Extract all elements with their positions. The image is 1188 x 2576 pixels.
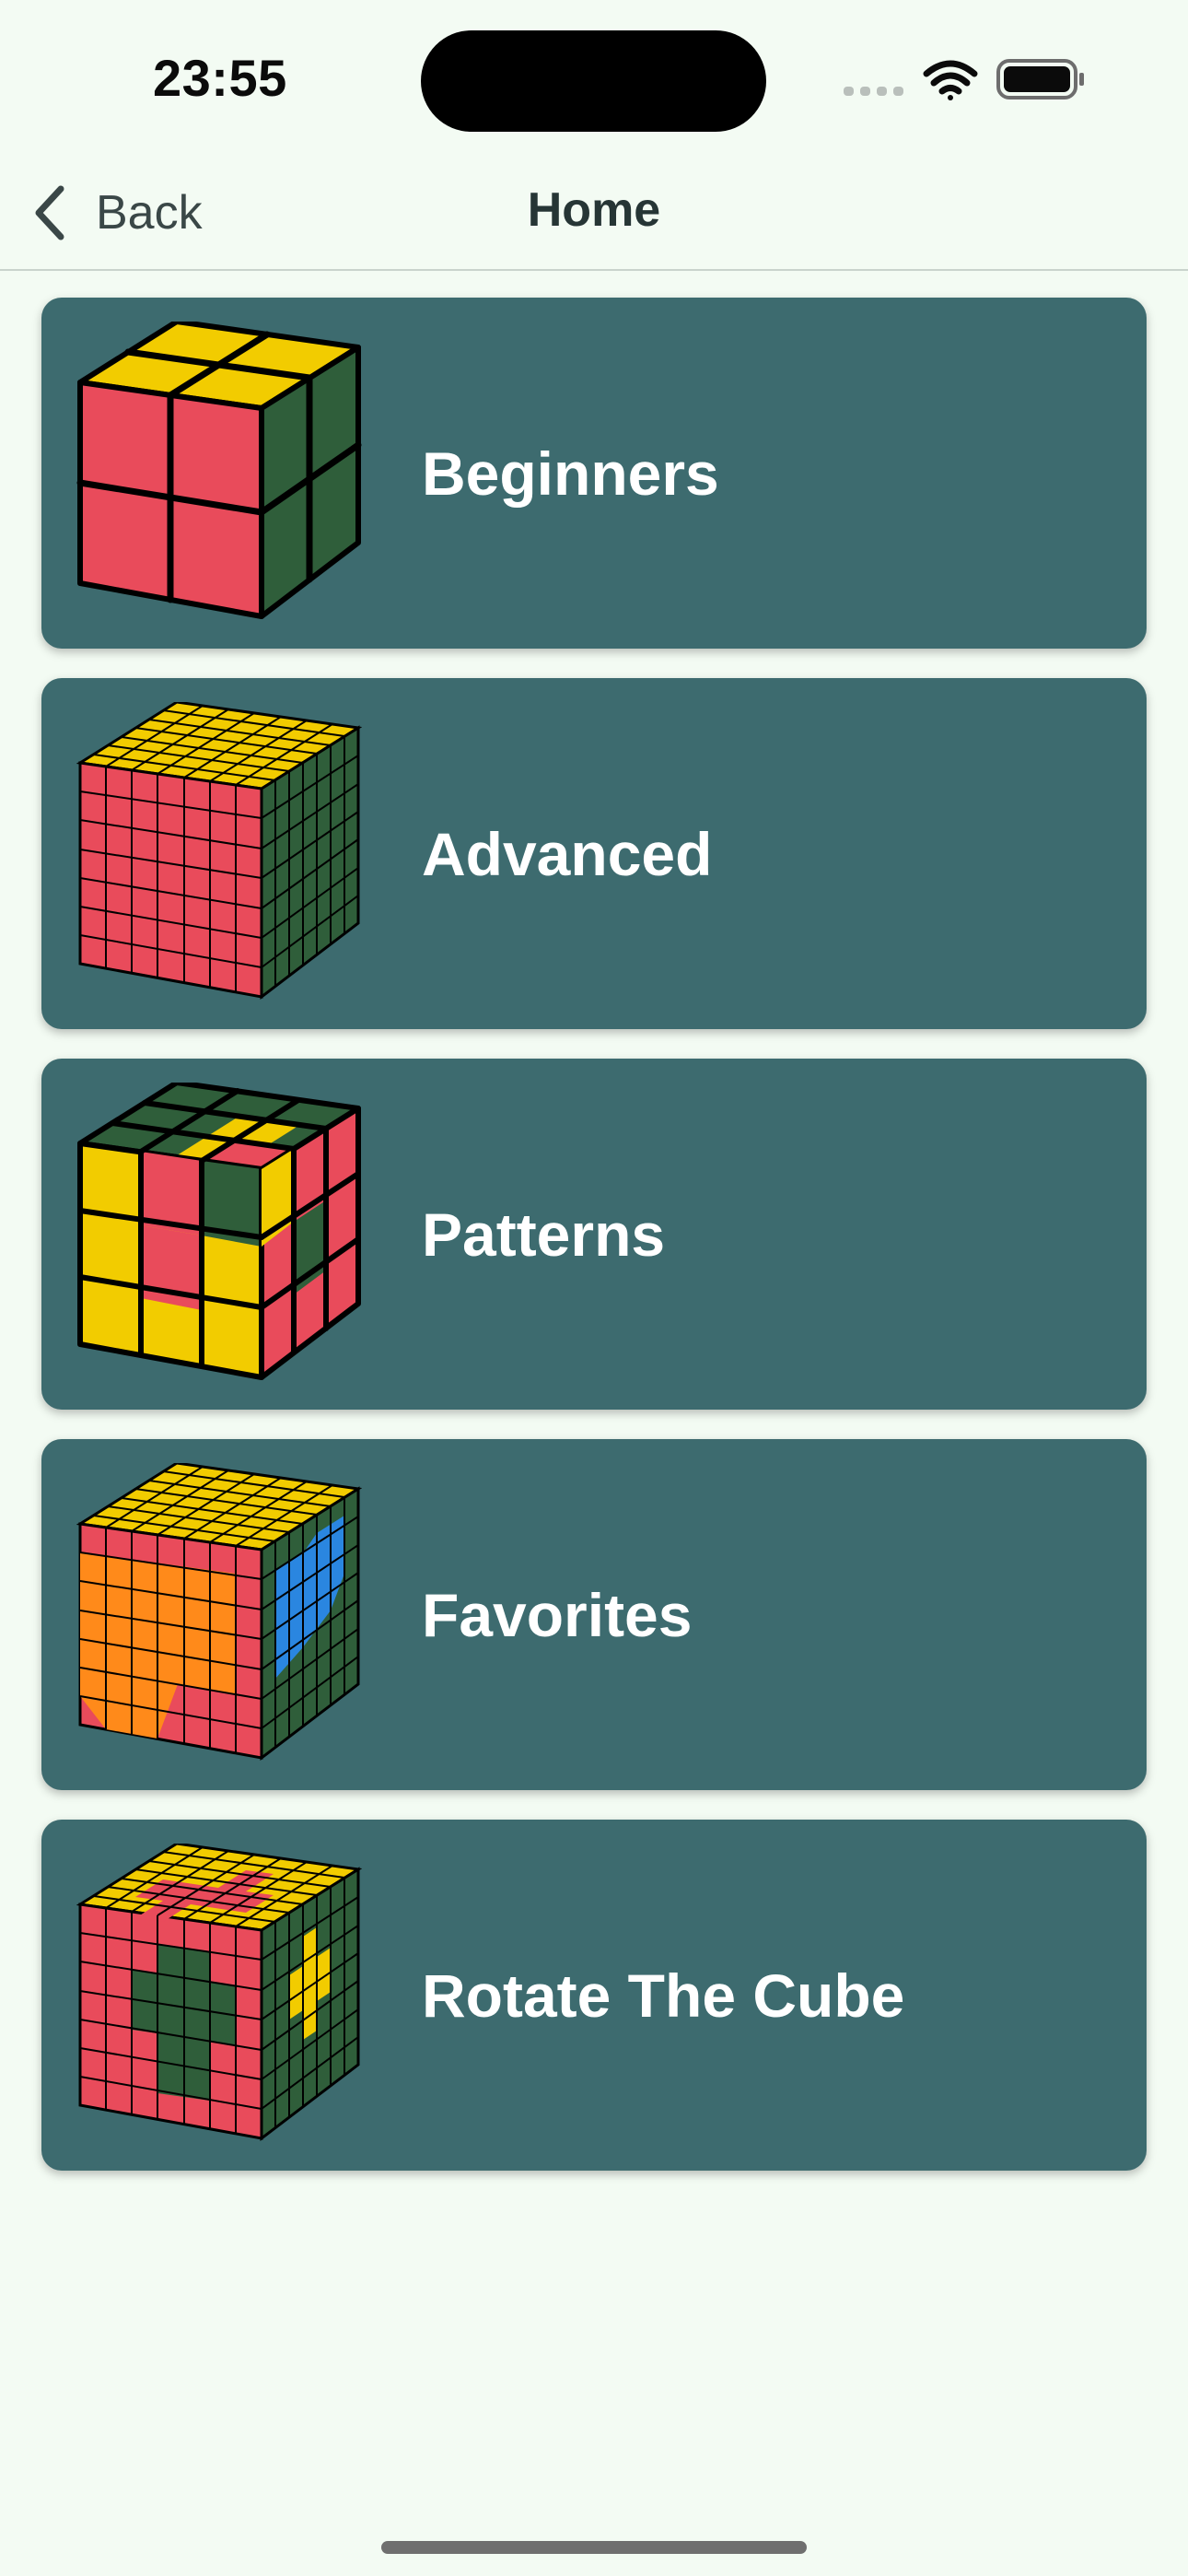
menu-item-label: Beginners [422,439,719,508]
cube-heart-icon [76,1463,362,1762]
wifi-icon [923,60,978,100]
cube-2x2-icon [76,322,362,619]
menu-list: Beginners Advanced Patterns Favorites Ro… [41,298,1147,2200]
status-bar: 23:55 [0,0,1188,157]
dynamic-island [421,30,766,132]
menu-item-label: Favorites [422,1580,693,1649]
menu-item-beginners[interactable]: Beginners [41,298,1147,649]
menu-item-advanced[interactable]: Advanced [41,678,1147,1029]
cube-3x3-pattern-icon [77,1083,361,1380]
cube-cross-icon [76,1844,362,2142]
signal-dots-icon [844,87,903,96]
page-title: Home [527,183,661,237]
battery-icon [996,59,1084,100]
menu-item-patterns[interactable]: Patterns [41,1059,1147,1410]
menu-item-favorites[interactable]: Favorites [41,1439,1147,1790]
menu-item-label: Advanced [422,819,713,888]
menu-item-label: Patterns [422,1200,666,1269]
status-icons [840,57,1089,103]
cube-7x7-icon [76,702,362,1001]
home-indicator[interactable] [381,2541,807,2554]
menu-item-rotate-the-cube[interactable]: Rotate The Cube [41,1820,1147,2171]
menu-item-label: Rotate The Cube [422,1961,905,2030]
navigation-bar: Back Home [0,157,1188,271]
status-time: 23:55 [153,49,287,107]
